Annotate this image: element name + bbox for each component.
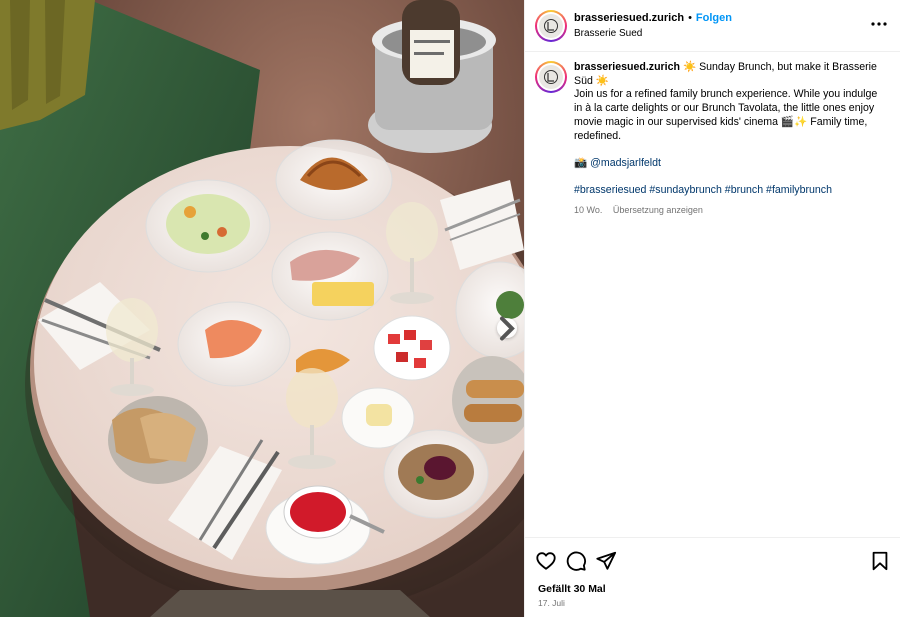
caption-avatar[interactable] (535, 61, 567, 93)
post-date: 17. Juli (538, 598, 565, 608)
follow-button[interactable]: Folgen (696, 12, 732, 24)
post-side-panel: brasseriesued.zurich • Folgen Brasserie Su… (524, 0, 900, 617)
photographer-mention-link[interactable]: @madsjarlfeldt (590, 157, 661, 169)
post-subtitle: Brasserie Sued (574, 28, 643, 39)
post-actions: Gefällt 30 Mal 17. Juli (525, 537, 900, 617)
comment-icon (566, 551, 586, 571)
comment-button[interactable] (565, 550, 587, 572)
more-options-button[interactable] (869, 16, 889, 32)
camera-emoji-icon: 📸 (574, 156, 588, 169)
hashtag-link[interactable]: #brunch (725, 184, 763, 196)
post-username[interactable]: brasseriesued.zurich (574, 12, 684, 24)
bookmark-icon (872, 551, 888, 571)
brunch-table-photo (0, 0, 524, 617)
send-icon (596, 551, 617, 570)
post-age: 10 Wo. (574, 205, 603, 215)
header-username-line: brasseriesued.zurich • Folgen (574, 12, 732, 24)
separator-dot: • (688, 12, 692, 24)
show-translation-link[interactable]: Übersetzung anzeigen (613, 205, 703, 215)
share-button[interactable] (595, 550, 617, 572)
brasserie-logo-icon (539, 65, 563, 89)
more-horizontal-icon (871, 22, 887, 26)
post-caption: brasseriesued.zurich ☀️ Sunday Brunch, b… (525, 52, 900, 218)
avatar[interactable] (535, 10, 567, 42)
hashtag-list: #brasseriesued #sundaybrunch #brunch #fa… (574, 184, 887, 198)
likes-count[interactable]: Gefällt 30 Mal (538, 583, 606, 595)
caption-username[interactable]: brasseriesued.zurich (574, 61, 680, 73)
post-header: brasseriesued.zurich • Folgen Brasserie Su… (525, 0, 900, 52)
caption-text: brasseriesued.zurich ☀️ Sunday Brunch, b… (574, 61, 887, 218)
caption-meta: 10 Wo. Übersetzung anzeigen (574, 204, 887, 218)
heart-icon (536, 552, 556, 570)
hashtag-link[interactable]: #familybrunch (766, 184, 832, 196)
hashtag-link[interactable]: #brasseriesued (574, 184, 646, 196)
carousel-next-button[interactable] (497, 316, 517, 340)
brasserie-logo-icon (539, 14, 563, 38)
chevron-right-icon (500, 316, 515, 340)
like-button[interactable] (535, 550, 557, 572)
post-photo[interactable] (0, 0, 524, 617)
caption-body: Join us for a refined family brunch expe… (574, 88, 878, 142)
hashtag-link[interactable]: #sundaybrunch (649, 184, 721, 196)
save-button[interactable] (869, 550, 891, 572)
